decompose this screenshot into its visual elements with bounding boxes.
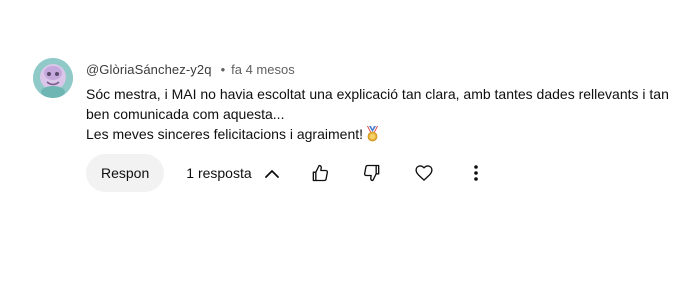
- more-vert-icon: [474, 165, 478, 181]
- comment-timestamp[interactable]: fa 4 mesos: [231, 62, 295, 77]
- chevron-up-icon: [264, 169, 279, 178]
- comment: @GlòriaSánchez-y2q • fa 4 mesos Sóc mest…: [33, 58, 673, 144]
- comment-text: Sóc mestra, i MAI no havia escoltat una …: [86, 84, 676, 144]
- thumb-up-icon: [312, 164, 329, 182]
- comment-text-line-2: Les meves sinceres felicitacions i agrai…: [86, 126, 364, 142]
- comment-actions: Respon 1 resposta: [86, 154, 279, 192]
- dislike-button[interactable]: [353, 154, 391, 192]
- comment-body: @GlòriaSánchez-y2q • fa 4 mesos Sóc mest…: [86, 58, 676, 144]
- replies-count: 1 resposta: [186, 165, 252, 181]
- reply-button[interactable]: Respon: [86, 154, 165, 192]
- more-actions-button[interactable]: [457, 154, 495, 192]
- comment-thread: @GlòriaSánchez-y2q • fa 4 mesos Sóc mest…: [0, 0, 690, 284]
- like-button[interactable]: [301, 154, 339, 192]
- thumb-down-icon: [363, 164, 380, 182]
- heart-button[interactable]: [405, 154, 443, 192]
- comment-text-line-1: Sóc mestra, i MAI no havia escoltat una …: [86, 86, 669, 122]
- replies-toggle[interactable]: 1 resposta: [186, 154, 279, 192]
- comment-header: @GlòriaSánchez-y2q • fa 4 mesos: [86, 58, 676, 80]
- heart-icon: [415, 165, 433, 181]
- medal-icon: [366, 126, 379, 142]
- separator-dot: •: [220, 61, 226, 77]
- comment-text-line-2-wrap: Les meves sinceres felicitacions i agrai…: [86, 124, 676, 144]
- author-name[interactable]: @GlòriaSánchez-y2q: [86, 62, 212, 77]
- avatar[interactable]: [33, 58, 73, 98]
